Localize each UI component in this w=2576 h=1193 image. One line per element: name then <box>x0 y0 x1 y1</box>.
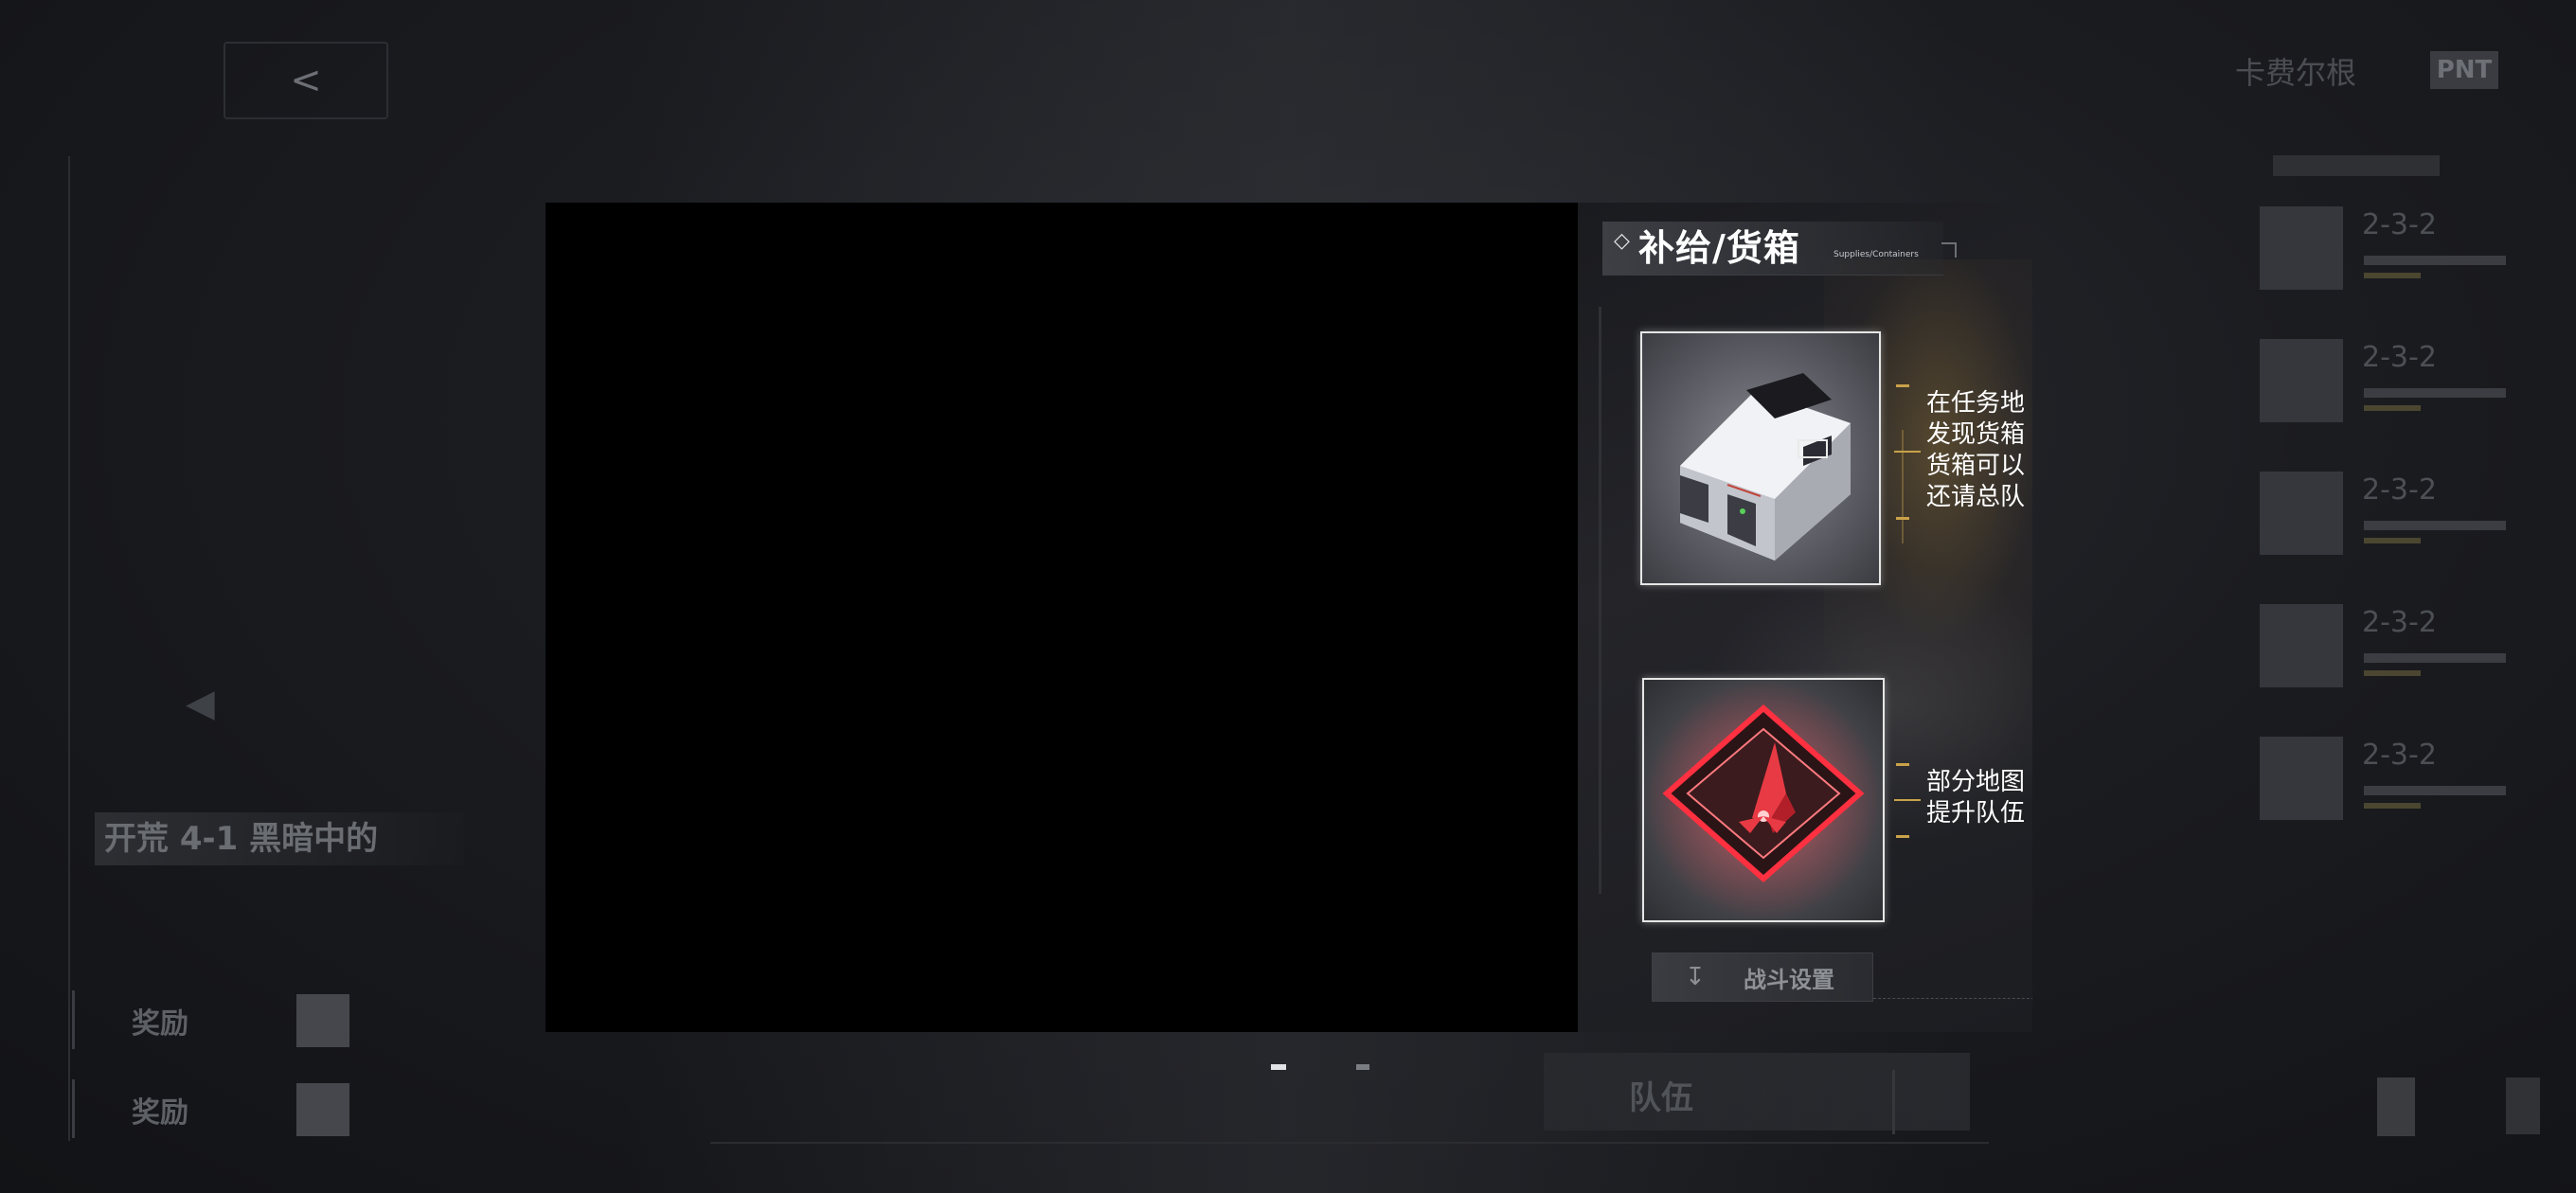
dashed-divider <box>1873 998 2032 1000</box>
panel-subtitle: Supplies/Containers <box>1834 250 1919 259</box>
menu-icon[interactable] <box>2377 1077 2415 1136</box>
panel-side-rail <box>1599 307 1601 894</box>
battle-settings-button[interactable]: ↧ 战斗设置 <box>1652 953 1873 1002</box>
squad-extra-button[interactable] <box>1892 1070 1975 1134</box>
reward-slot[interactable]: 奖励 <box>72 1079 349 1138</box>
exp-bar <box>2364 803 2421 809</box>
character-name: 2-3-2 <box>2362 739 2437 772</box>
roster-header <box>2273 155 2440 176</box>
exp-bar <box>2364 538 2421 543</box>
tutorial-modal: ◇ 补给/货箱 Supplies/Containers 在任务地 发现货箱 货箱… <box>546 203 2032 1032</box>
reward-slot-label: 奖励 <box>132 1007 188 1041</box>
character-portrait <box>2260 339 2343 422</box>
supply-crate-description: 在任务地 发现货箱 货箱可以 还请总队 <box>1926 388 2025 513</box>
hp-bar <box>2364 521 2506 530</box>
pnt-badge: PNT <box>2430 51 2498 89</box>
back-arrow-icon: < <box>290 59 322 102</box>
connector-line <box>1902 430 1904 543</box>
exp-bar <box>2364 405 2421 411</box>
tick-mark <box>1896 517 1909 520</box>
description-line: 还请总队 <box>1926 483 2026 511</box>
left-divider <box>68 156 70 1141</box>
description-line: 发现货箱 <box>1926 420 2026 449</box>
exp-bar <box>2364 273 2421 278</box>
character-portrait <box>2260 472 2343 555</box>
bottom-divider <box>710 1142 1989 1144</box>
hp-bar <box>2364 786 2506 795</box>
character-portrait <box>2260 737 2343 820</box>
red-buff-tile-icon <box>1644 680 1883 920</box>
character-name: 2-3-2 <box>2362 606 2437 639</box>
description-line: 提升队伍 <box>1926 799 2026 828</box>
character-portrait <box>2260 604 2343 687</box>
character-portrait <box>2260 206 2343 290</box>
tick-mark <box>1896 763 1909 766</box>
back-button[interactable]: < <box>224 42 388 119</box>
diamond-icon: ◇ <box>1614 229 1630 253</box>
tutorial-video <box>546 203 1578 1032</box>
roster-card[interactable]: 2-3-2 <box>2260 206 2510 294</box>
battle-settings-icon: ↧ <box>1685 963 1706 991</box>
roster-card[interactable]: 2-3-2 <box>2260 737 2510 824</box>
roster-card[interactable]: 2-3-2 <box>2260 472 2510 559</box>
info-panel: ◇ 补给/货箱 Supplies/Containers 在任务地 发现货箱 货箱… <box>1578 203 2032 1032</box>
tick-mark <box>1896 384 1909 387</box>
character-name: 2-3-2 <box>2362 208 2437 241</box>
character-name: 2-3-2 <box>2362 341 2437 374</box>
exp-bar <box>2364 670 2421 676</box>
battle-settings-label: 战斗设置 <box>1744 966 1834 993</box>
reward-icon <box>296 1083 349 1136</box>
hp-bar <box>2364 653 2506 663</box>
stage-title: 开荒 4-1 黑暗中的 <box>95 812 464 865</box>
character-name: 2-3-2 <box>2362 473 2437 507</box>
page-dot-active[interactable] <box>1271 1064 1286 1070</box>
corner-bracket-icon <box>1941 242 1957 258</box>
reward-icon <box>296 994 349 1047</box>
squad-button-label: 队伍 <box>1629 1079 1693 1117</box>
roster-card[interactable]: 2-3-2 <box>2260 604 2510 691</box>
supply-crate-card <box>1640 331 1881 585</box>
roster-card[interactable]: 2-3-2 <box>2260 339 2510 426</box>
reward-slot[interactable]: 奖励 <box>72 990 349 1049</box>
location-label: 卡费尔根 <box>2235 55 2357 91</box>
description-line: 部分地图 <box>1926 768 2026 796</box>
menu-icon[interactable] <box>2506 1077 2540 1134</box>
tick-mark <box>1896 835 1909 838</box>
page-dot[interactable] <box>1356 1064 1369 1070</box>
buff-tile-description: 部分地图 提升队伍 <box>1926 767 2025 829</box>
supply-crate-icon <box>1680 373 1851 561</box>
hp-bar <box>2364 388 2506 398</box>
reward-slot-label: 奖励 <box>132 1096 188 1130</box>
connector-line <box>1894 451 1921 453</box>
hp-bar <box>2364 256 2506 265</box>
connector-line <box>1894 799 1921 801</box>
panel-title: 补给/货箱 <box>1638 227 1800 269</box>
description-line: 在任务地 <box>1926 389 2026 418</box>
left-chevron-icon[interactable]: ◀ <box>186 682 215 725</box>
description-line: 货箱可以 <box>1926 452 2026 480</box>
buff-tile-card <box>1642 678 1885 922</box>
